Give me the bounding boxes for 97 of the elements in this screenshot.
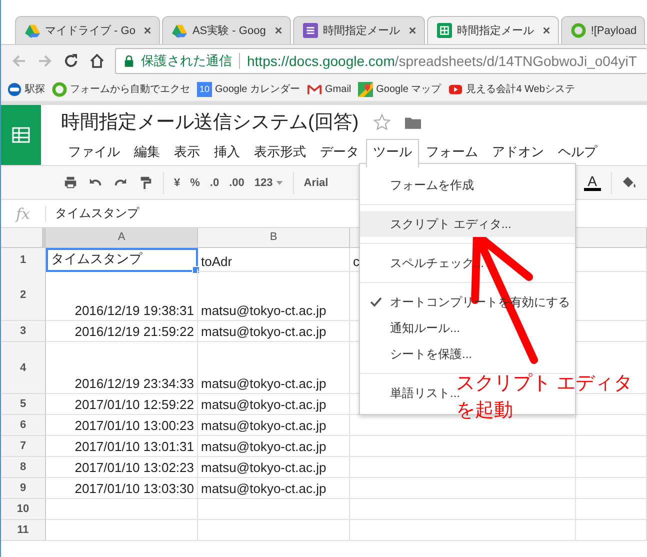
table-cell: 2017/01/10 12:59:22	[46, 394, 198, 415]
browser-tab[interactable]: ![Payload	[560, 16, 645, 44]
format-button[interactable]: .00	[229, 176, 244, 188]
menu-item[interactable]: スクリプト エディタ...	[360, 211, 575, 237]
document-title[interactable]: 時間指定メール送信システム(回答)	[61, 109, 359, 135]
menu-item[interactable]: データ	[313, 139, 366, 168]
menu-item[interactable]: 表示	[167, 139, 207, 168]
table-cell: toAdr	[198, 248, 350, 272]
table-cell: matsu@tokyo-ct.ac.jp	[198, 321, 350, 342]
bookmark[interactable]: 10 Google カレンダー	[197, 82, 300, 96]
table-cell	[576, 457, 647, 478]
corner-cell[interactable]	[1, 228, 46, 248]
paint-roller-icon[interactable]	[138, 175, 153, 190]
font-dropdown[interactable]: Arial	[304, 176, 328, 188]
browser-tab[interactable]: マイドライブ - Go	[15, 16, 160, 44]
star-icon[interactable]	[372, 113, 391, 131]
table-cell	[576, 415, 647, 436]
bookmark[interactable]: Gmail	[307, 82, 352, 96]
caret-icon	[276, 180, 283, 184]
paint-bucket-icon[interactable]	[622, 175, 637, 190]
menu-item[interactable]: 挿入	[207, 139, 247, 168]
bookmark[interactable]: 見える会計4 Webシステ	[448, 82, 575, 96]
menu-item[interactable]: ファイル	[61, 139, 127, 168]
column-header[interactable]: A	[46, 228, 198, 248]
row-header[interactable]: 9	[1, 478, 46, 499]
browser-tab[interactable]: 時間指定メール	[426, 16, 559, 44]
folder-icon[interactable]	[404, 116, 421, 128]
ring-icon	[52, 82, 67, 96]
menu-item[interactable]: ツール	[366, 139, 419, 168]
format-button[interactable]: .0	[210, 176, 220, 188]
secure-label: 保護された通信	[141, 52, 232, 70]
row-header[interactable]: 6	[1, 415, 46, 436]
format-button[interactable]: %	[190, 176, 200, 188]
table-cell	[576, 436, 647, 457]
reload-icon[interactable]	[63, 53, 79, 69]
menu-item[interactable]: 編集	[127, 139, 167, 168]
row-header[interactable]: 3	[1, 321, 46, 342]
menu-item[interactable]: 表示形式	[247, 139, 313, 168]
row-header[interactable]: 5	[1, 394, 46, 415]
table-cell: matsu@tokyo-ct.ac.jp	[198, 269, 350, 321]
close-icon[interactable]	[542, 26, 551, 35]
table-cell: matsu@tokyo-ct.ac.jp	[198, 415, 350, 436]
lock-icon	[124, 55, 134, 67]
menu-item[interactable]: フォームを作成	[360, 172, 478, 198]
print-icon[interactable]	[63, 175, 78, 190]
ring-icon	[570, 23, 586, 38]
number-format-dropdown[interactable]: 123	[254, 176, 283, 188]
table-cell: 2017/01/10 13:00:23	[46, 415, 198, 436]
calendar-icon: 10	[197, 82, 212, 96]
table-cell: 2017/01/10 13:03:30	[46, 478, 198, 499]
close-icon[interactable]	[274, 26, 283, 35]
table-cell: 2016/12/19 21:59:22	[46, 321, 198, 342]
table-cell: matsu@tokyo-ct.ac.jp	[198, 342, 350, 394]
browser-tab[interactable]: 時間指定メール	[292, 16, 425, 44]
table-cell: 2017/01/10 13:01:31	[46, 436, 198, 457]
close-icon[interactable]	[408, 26, 417, 35]
row-header[interactable]: 11	[1, 520, 46, 541]
bookmark[interactable]: フォームから自動でエクセ	[52, 82, 190, 96]
table-cell	[576, 499, 647, 520]
table-icon	[12, 126, 30, 144]
spreadsheet-icon	[436, 23, 452, 38]
map-pin-icon	[358, 82, 374, 96]
column-header[interactable]: B	[198, 228, 350, 248]
url-text: https://docs.google.com/spreadsheets/d/14TNGobwoJi_o04yiT	[247, 53, 637, 69]
close-icon[interactable]	[143, 26, 152, 35]
formula-input[interactable]: タイムスタンプ	[55, 205, 139, 222]
table-cell	[576, 478, 647, 499]
table-cell: matsu@tokyo-ct.ac.jp	[198, 457, 350, 478]
table-cell: matsu@tokyo-ct.ac.jp	[198, 478, 350, 499]
browser-tab[interactable]: AS実験 - Goog	[162, 16, 291, 44]
row-header[interactable]: 8	[1, 457, 46, 478]
row-header[interactable]: 4	[1, 342, 46, 394]
row-header[interactable]: 2	[1, 269, 46, 321]
address-bar[interactable]: 保護された通信 https://docs.google.com/spreadsheets/d/14TNGobwoJi_o04yiT	[115, 48, 647, 74]
menu-item[interactable]: 通知ルール...	[360, 315, 464, 341]
table-cell: 2016/12/19 23:34:33	[46, 342, 198, 394]
table-cell: 2016/12/19 19:38:31	[46, 269, 198, 321]
format-button[interactable]: ¥	[174, 176, 180, 188]
annotation-text: を起動	[456, 399, 513, 423]
table-cell: タイムスタンプ	[46, 248, 198, 272]
menu-item[interactable]: シートを保護...	[360, 341, 476, 367]
sheets-logo[interactable]	[1, 105, 41, 165]
table-cell: matsu@tokyo-ct.ac.jp	[198, 436, 350, 457]
table-cell: 2017/01/10 13:02:23	[46, 457, 198, 478]
text-color-button[interactable]: A	[584, 174, 601, 190]
triangle-logo-icon	[172, 23, 188, 38]
bookmark[interactable]: Google マップ	[358, 82, 442, 96]
table-cell	[576, 520, 647, 541]
list-icon	[302, 23, 318, 38]
triangle-logo-icon	[25, 23, 40, 38]
home-icon[interactable]	[89, 53, 105, 69]
table-cell: matsu@tokyo-ct.ac.jp	[198, 394, 350, 415]
bookmark[interactable]: 駅探	[7, 82, 45, 96]
fx-label: fx	[14, 204, 31, 222]
row-header[interactable]: 10	[1, 499, 46, 520]
robot-face-icon	[7, 82, 22, 96]
row-header[interactable]: 7	[1, 436, 46, 457]
